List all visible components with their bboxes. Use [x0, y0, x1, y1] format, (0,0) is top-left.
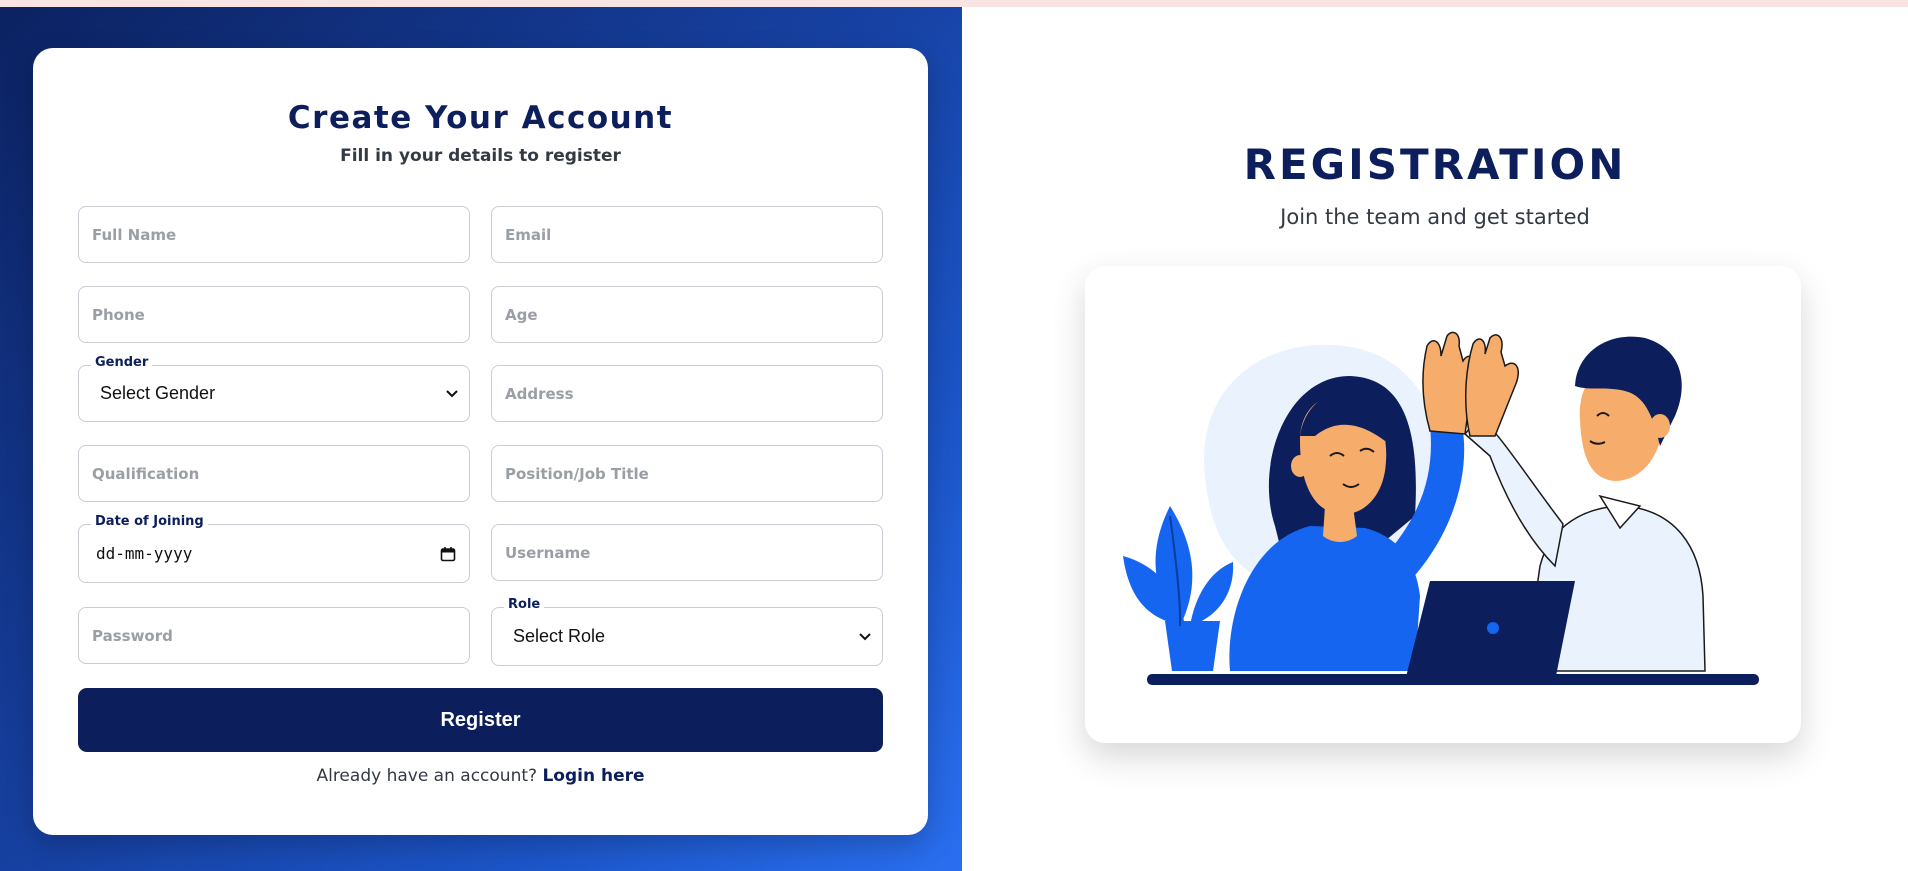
phone-placeholder: Phone [92, 305, 145, 324]
address-placeholder: Address [505, 384, 574, 403]
hero-title: REGISTRATION [1243, 140, 1627, 189]
form-title: Create Your Account [287, 100, 674, 136]
age-placeholder: Age [505, 305, 538, 324]
chevron-down-icon [441, 383, 463, 405]
qualification-input[interactable]: Qualification [78, 445, 470, 502]
registration-card: Create Your Account Fill in your details… [33, 48, 928, 835]
date-of-joining-value: dd-mm-yyyy [96, 544, 193, 563]
date-of-joining-label: Date of Joining [91, 514, 208, 529]
position-input[interactable]: Position/Job Title [491, 445, 883, 502]
phone-input[interactable]: Phone [78, 286, 470, 343]
full-name-placeholder: Full Name [92, 225, 177, 244]
age-input[interactable]: Age [491, 286, 883, 343]
top-strip [0, 0, 1908, 7]
login-prompt-text: Already have an account? [316, 766, 538, 786]
role-selected-value: Select Role [513, 626, 606, 646]
gender-selected-value: Select Gender [100, 383, 216, 403]
hero-subtitle: Join the team and get started [1280, 205, 1590, 229]
role-select[interactable]: Role Select Role [491, 597, 883, 666]
address-input[interactable]: Address [491, 365, 883, 422]
email-placeholder: Email [505, 225, 552, 244]
username-input[interactable]: Username [491, 524, 883, 581]
password-input[interactable]: Password [78, 607, 470, 664]
login-prompt-line: Already have an account? Login here [33, 766, 928, 786]
gender-label: Gender [91, 355, 153, 370]
calendar-icon[interactable] [437, 543, 459, 565]
gender-select[interactable]: Gender Select Gender [78, 355, 470, 422]
plant [1123, 506, 1234, 671]
register-button[interactable]: Register [78, 688, 883, 752]
password-placeholder: Password [92, 626, 173, 645]
qualification-placeholder: Qualification [92, 464, 200, 483]
position-placeholder: Position/Job Title [505, 464, 649, 483]
login-link[interactable]: Login here [542, 766, 644, 786]
email-input[interactable]: Email [491, 206, 883, 263]
illustration-card [1085, 266, 1801, 743]
date-of-joining-input[interactable]: Date of Joining dd-mm-yyyy [78, 514, 470, 583]
high-five-illustration [1123, 331, 1759, 685]
username-placeholder: Username [505, 543, 591, 562]
role-label: Role [504, 597, 545, 612]
left-panel: Create Your Account Fill in your details… [0, 7, 962, 871]
full-name-input[interactable]: Full Name [78, 206, 470, 263]
form-subtitle: Fill in your details to register [340, 146, 621, 166]
chevron-down-icon [854, 626, 876, 648]
